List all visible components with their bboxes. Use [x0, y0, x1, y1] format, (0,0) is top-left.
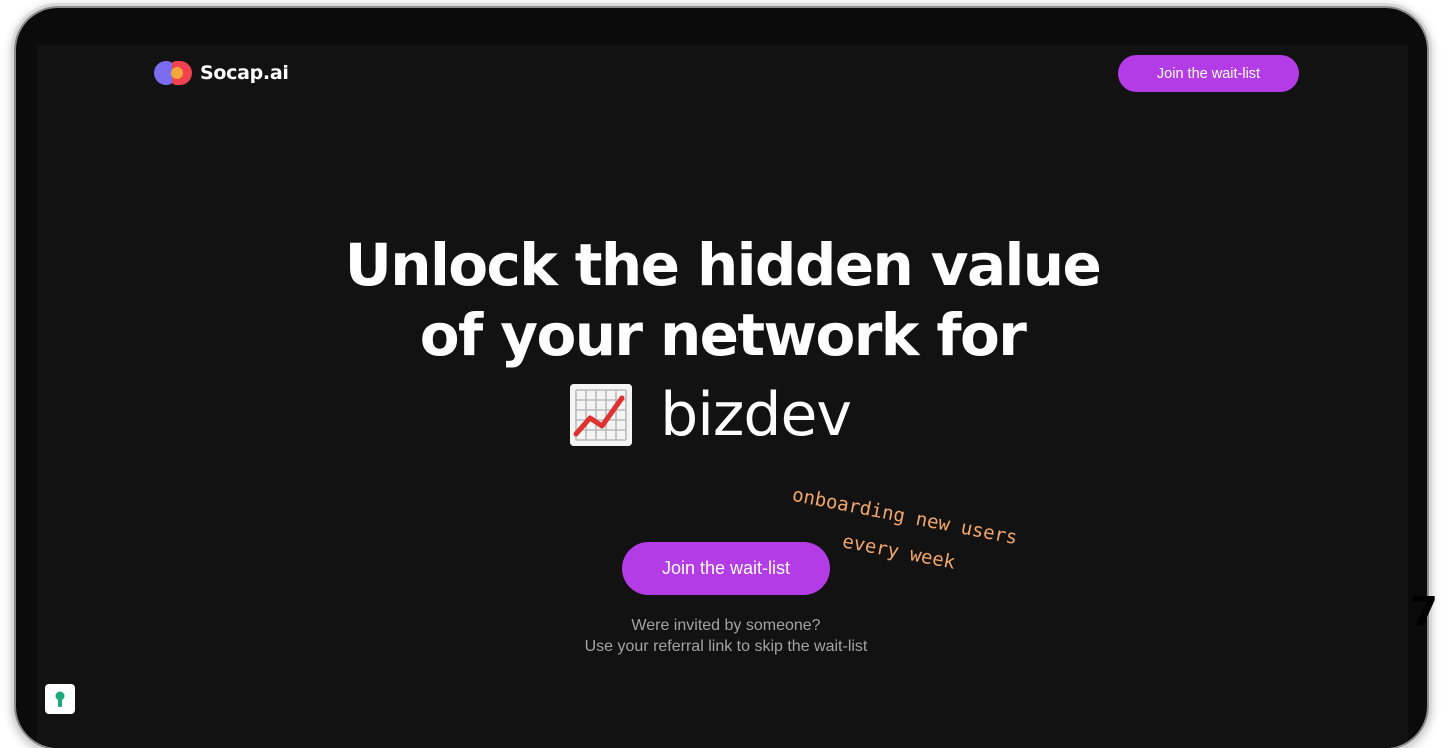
rotating-word: bizdev: [660, 380, 852, 450]
chart-increasing-icon: [570, 384, 633, 446]
device-frame: Socap.ai Join the wait-list Unlock the h…: [16, 8, 1427, 748]
referral-skip-link[interactable]: Use your referral link to skip the wait-…: [37, 636, 1415, 657]
landing-page: Socap.ai Join the wait-list Unlock the h…: [37, 45, 1408, 748]
join-waitlist-button[interactable]: Join the wait-list: [622, 542, 830, 595]
hero-headline: Unlock the hidden value of your network …: [37, 230, 1408, 370]
headline-line-2: of your network for: [419, 301, 1027, 369]
rotating-use-case: bizdev: [25, 380, 1396, 450]
hero: Unlock the hidden value of your network …: [37, 230, 1408, 370]
corner-glyph: 7: [1410, 589, 1438, 635]
socap-logo-icon: [154, 59, 194, 87]
referral-note: Were invited by someone? Use your referr…: [37, 615, 1415, 657]
keyhole-icon[interactable]: [45, 684, 75, 714]
brand-name: Socap.ai: [200, 62, 289, 84]
referral-question: Were invited by someone?: [631, 617, 821, 634]
brand-logo[interactable]: Socap.ai: [154, 59, 289, 87]
headline-line-1: Unlock the hidden value: [344, 231, 1102, 299]
nav-join-waitlist-button[interactable]: Join the wait-list: [1118, 55, 1299, 92]
